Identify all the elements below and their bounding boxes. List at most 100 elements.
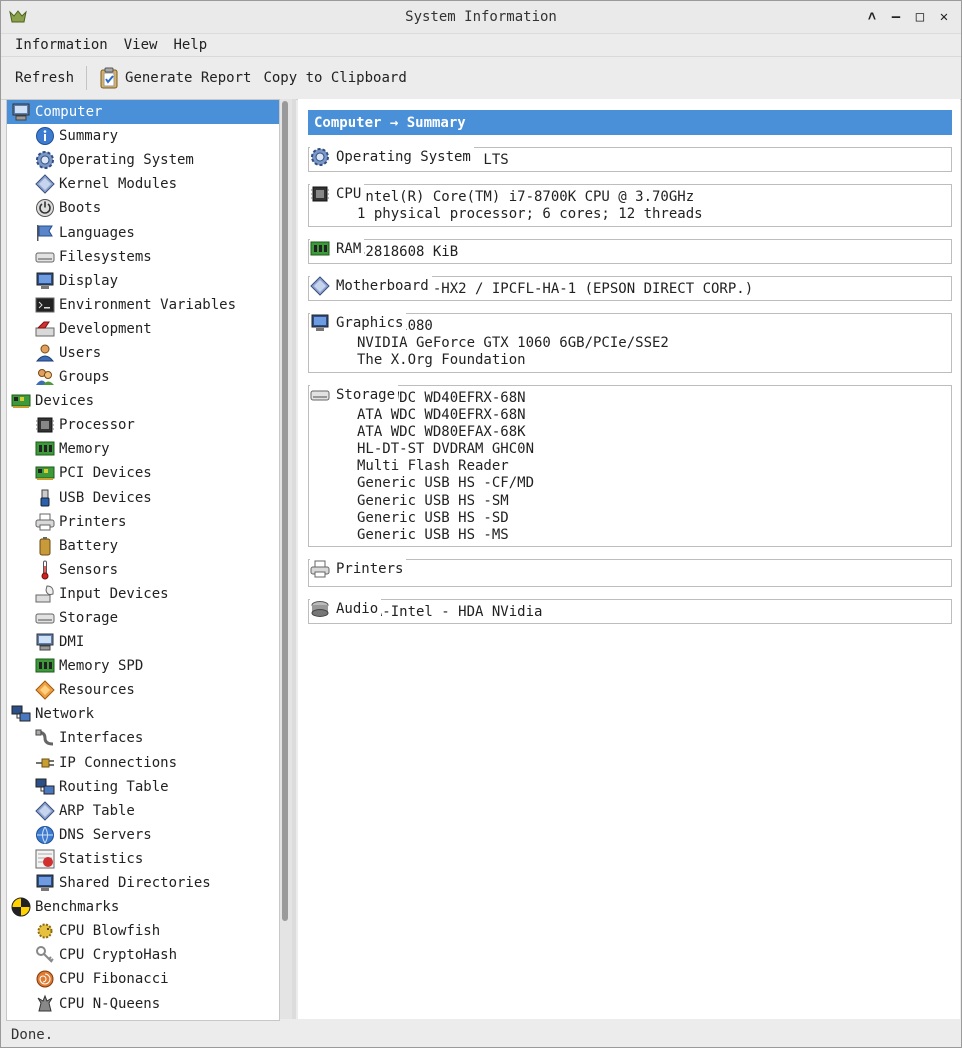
tree-item-filesystems[interactable]: Filesystems bbox=[7, 245, 279, 269]
gear-icon bbox=[35, 150, 55, 170]
copy-to-clipboard-button[interactable]: Copy to Clipboard bbox=[257, 70, 412, 86]
tree-item-cpu-n-queens[interactable]: CPU N-Queens bbox=[7, 991, 279, 1015]
tree-item-label: CPU Fibonacci bbox=[59, 971, 169, 988]
tree-item-languages[interactable]: Languages bbox=[7, 220, 279, 244]
tree-item-memory-spd[interactable]: Memory SPD bbox=[7, 654, 279, 678]
blowfish-icon bbox=[35, 921, 55, 941]
benchmark-icon bbox=[11, 897, 31, 917]
menu-information[interactable]: Information bbox=[7, 37, 116, 53]
tree-item-summary[interactable]: Summary bbox=[7, 124, 279, 148]
scrollbar-thumb[interactable] bbox=[282, 101, 288, 921]
navigation-tree[interactable]: Computer Summary Operating System Kernel Mo… bbox=[6, 99, 280, 1021]
tree-item-label: Operating System bbox=[59, 152, 194, 169]
flag-icon bbox=[35, 223, 55, 243]
tree-item-arp-table[interactable]: ARP Table bbox=[7, 799, 279, 823]
tree-item-dns-servers[interactable]: DNS Servers bbox=[7, 823, 279, 847]
status-bar: Done. bbox=[1, 1022, 962, 1047]
tree-item-benchmarks[interactable]: Benchmarks bbox=[7, 895, 279, 919]
tree-item-resources[interactable]: Resources bbox=[7, 678, 279, 702]
tree-item-storage[interactable]: Storage bbox=[7, 606, 279, 630]
tree-item-input-devices[interactable]: Input Devices bbox=[7, 582, 279, 606]
minimize-button[interactable]: ‒ bbox=[887, 7, 905, 27]
tree-item-label: Memory bbox=[59, 441, 110, 458]
diamond-icon bbox=[35, 174, 55, 195]
tree-item-label: ARP Table bbox=[59, 802, 135, 819]
clipboard-report-icon bbox=[100, 67, 118, 89]
tree-item-processor[interactable]: Processor bbox=[7, 413, 279, 437]
menu-bar: Information View Help bbox=[1, 34, 961, 57]
collapse-button[interactable]: ˄ bbox=[863, 7, 881, 27]
tree-item-devices[interactable]: Devices bbox=[7, 389, 279, 413]
tree-item-groups[interactable]: Groups bbox=[7, 365, 279, 389]
tree-item-statistics[interactable]: Statistics bbox=[7, 847, 279, 871]
title-bar[interactable]: System Information ˄ ‒ □ ✕ bbox=[1, 1, 961, 34]
tree-item-dmi[interactable]: DMI bbox=[7, 630, 279, 654]
generate-report-button[interactable]: Generate Report bbox=[93, 67, 257, 89]
menu-view[interactable]: View bbox=[116, 37, 166, 53]
input-devices-icon bbox=[35, 584, 55, 604]
diamond-icon bbox=[35, 801, 55, 821]
tree-item-users[interactable]: Users bbox=[7, 341, 279, 365]
chip-icon bbox=[35, 415, 55, 435]
tree-item-label: Computer bbox=[35, 104, 103, 121]
tree-item-display[interactable]: Display bbox=[7, 269, 279, 293]
section-value: The X.Org Foundation bbox=[357, 352, 526, 369]
tree-item-label: Benchmarks bbox=[35, 899, 120, 916]
tree-item-environment-variables[interactable]: Environment Variables bbox=[7, 293, 279, 317]
tree-item-network[interactable]: Network bbox=[7, 702, 279, 726]
section-value: ATA WDC WD40EFRX-68N bbox=[357, 389, 526, 406]
keys-icon bbox=[35, 945, 55, 965]
tree-item-ip-connections[interactable]: IP Connections bbox=[7, 751, 279, 775]
tree-item-routing-table[interactable]: Routing Table bbox=[7, 775, 279, 799]
tree-item-usb-devices[interactable]: USB Devices bbox=[7, 486, 279, 510]
tree-item-operating-system[interactable]: Operating System bbox=[7, 148, 279, 172]
section-ram: 32818608 KiB RAM bbox=[308, 238, 952, 264]
tree-item-development[interactable]: Development bbox=[7, 317, 279, 341]
tree-item-label: Environment Variables bbox=[59, 296, 237, 313]
tree-item-pci-devices[interactable]: PCI Devices bbox=[7, 461, 279, 485]
section-motherboard: AP5U-0016-HX2 / IPCFL-HA-1 (EPSON DIRECT… bbox=[308, 275, 952, 301]
tree-item-cpu-blowfish[interactable]: CPU Blowfish bbox=[7, 919, 279, 943]
tree-scrollbar[interactable] bbox=[280, 99, 292, 1019]
close-button[interactable]: ✕ bbox=[935, 7, 953, 27]
section-value: 1920x1080 bbox=[357, 318, 951, 335]
tree-item-label: Languages bbox=[59, 224, 135, 241]
tree-item-label: CPU N-Queens bbox=[59, 995, 161, 1012]
diamond-icon bbox=[310, 276, 330, 296]
monitor-icon bbox=[35, 873, 55, 893]
user-icon bbox=[35, 343, 55, 363]
tree-item-shared-directories[interactable]: Shared Directories bbox=[7, 871, 279, 895]
statistics-icon bbox=[35, 849, 55, 869]
tree-item-kernel-modules[interactable]: Kernel Modules bbox=[7, 172, 279, 196]
pci-card-icon bbox=[35, 463, 55, 483]
menu-help[interactable]: Help bbox=[165, 37, 215, 53]
thermometer-icon bbox=[35, 560, 55, 580]
section-title-text: Motherboard bbox=[336, 277, 429, 294]
section-value: Generic USB HS -CF/MD bbox=[357, 475, 535, 492]
pane-divider[interactable] bbox=[292, 99, 296, 1019]
tree-item-printers[interactable]: Printers bbox=[7, 510, 279, 534]
tree-item-interfaces[interactable]: Interfaces bbox=[7, 726, 279, 750]
tree-item-battery[interactable]: Battery bbox=[7, 534, 279, 558]
tree-item-cpu-fibonacci[interactable]: CPU Fibonacci bbox=[7, 967, 279, 991]
tree-item-label: IP Connections bbox=[59, 754, 178, 771]
tree-item-boots[interactable]: Boots bbox=[7, 196, 279, 220]
section-title: CPU bbox=[310, 184, 365, 205]
power-icon bbox=[35, 198, 55, 218]
tree-item-computer[interactable]: Computer bbox=[7, 100, 279, 125]
tree-item-cpu-cryptohash[interactable]: CPU CryptoHash bbox=[7, 943, 279, 967]
section-title: Operating System bbox=[310, 147, 474, 167]
refresh-button[interactable]: Refresh bbox=[9, 70, 80, 86]
memory-icon bbox=[310, 239, 330, 259]
tree-item-label: Storage bbox=[59, 610, 119, 627]
section-printers: Printers bbox=[308, 559, 952, 588]
section-value: NVIDIA GeForce GTX 1060 6GB/PCIe/SSE2 bbox=[357, 335, 669, 352]
printer-icon bbox=[35, 512, 55, 532]
section-value: Intel(R) Core(TM) i7-8700K CPU @ 3.70GHz bbox=[357, 189, 695, 206]
memory-icon bbox=[35, 439, 55, 459]
tree-item-sensors[interactable]: Sensors bbox=[7, 558, 279, 582]
maximize-button[interactable]: □ bbox=[911, 7, 929, 27]
section-title-text: Printers bbox=[336, 561, 404, 578]
tree-item-memory[interactable]: Memory bbox=[7, 437, 279, 461]
monitor-icon bbox=[310, 313, 330, 333]
